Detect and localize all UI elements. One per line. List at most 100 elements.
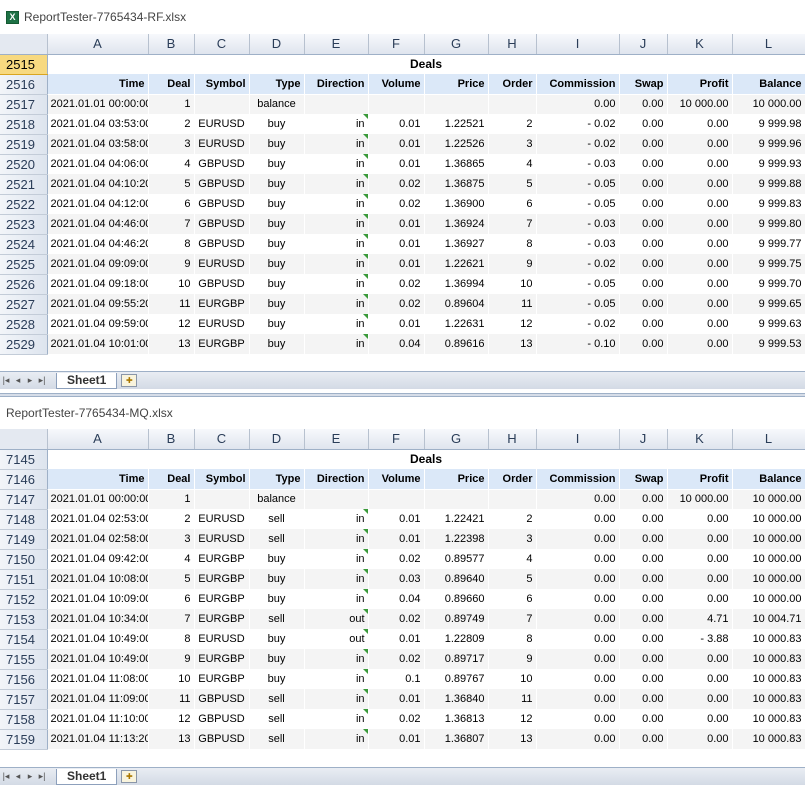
table-cell[interactable]: 2021.01.04 09:09:00	[47, 254, 149, 274]
table-cell[interactable]: 0.00	[619, 729, 668, 749]
table-cell[interactable]: 2021.01.04 04:10:20	[47, 174, 149, 194]
table-cell[interactable]: 0.01	[368, 114, 425, 134]
table-cell[interactable]: 10 000.83	[732, 629, 805, 649]
column-header[interactable]: L	[732, 429, 805, 450]
table-cell[interactable]: 0.00	[619, 649, 668, 669]
table-cell[interactable]: 0.00	[619, 94, 668, 114]
table-cell[interactable]: 0.00	[667, 509, 733, 529]
table-cell[interactable]: sell	[249, 609, 305, 629]
table-cell[interactable]: 13	[148, 729, 195, 749]
table-cell[interactable]: in	[304, 549, 369, 569]
table-cell[interactable]: 12	[488, 314, 537, 334]
table-cell[interactable]: buy	[249, 649, 305, 669]
table-cell[interactable]: 0.00	[667, 294, 733, 314]
table-cell[interactable]: 0.02	[368, 174, 425, 194]
table-cell[interactable]: 0.00	[619, 334, 668, 354]
table-cell[interactable]: 9 999.96	[732, 134, 805, 154]
table-cell[interactable]: 9	[148, 254, 195, 274]
table-cell[interactable]: 0.00	[536, 669, 620, 689]
table-cell[interactable]: 0.00	[667, 649, 733, 669]
table-cell[interactable]: 10 000.00	[732, 569, 805, 589]
table-cell[interactable]	[368, 489, 425, 509]
table-cell[interactable]: 0.00	[619, 629, 668, 649]
table-cell[interactable]: 0.00	[667, 689, 733, 709]
column-header[interactable]: F	[368, 429, 425, 450]
table-cell[interactable]: 1	[148, 489, 195, 509]
table-cell[interactable]: 0.00	[667, 709, 733, 729]
insert-sheet-icon[interactable]: ✚	[121, 770, 138, 783]
table-cell[interactable]: 0.00	[619, 689, 668, 709]
row-header[interactable]: 7156	[0, 669, 48, 690]
row-header[interactable]: 2523	[0, 214, 48, 235]
table-cell[interactable]: buy	[249, 274, 305, 294]
table-cell[interactable]: 0.02	[368, 549, 425, 569]
table-cell[interactable]: 0.00	[619, 254, 668, 274]
row-header[interactable]: 2527	[0, 294, 48, 315]
table-cell[interactable]: 0.00	[619, 294, 668, 314]
table-cell[interactable]: 0.00	[619, 549, 668, 569]
table-cell[interactable]: 0.89616	[424, 334, 489, 354]
row-header[interactable]: 2515	[0, 54, 48, 75]
table-cell[interactable]: EURGBP	[194, 569, 250, 589]
table-cell[interactable]: 10	[488, 669, 537, 689]
table-cell[interactable]: 0.00	[667, 274, 733, 294]
table-cell[interactable]: 0.04	[368, 334, 425, 354]
table-cell[interactable]: 2021.01.04 02:53:00	[47, 509, 149, 529]
table-cell[interactable]: 0.89604	[424, 294, 489, 314]
column-header[interactable]: C	[194, 34, 250, 55]
table-cell[interactable]: sell	[249, 529, 305, 549]
table-cell[interactable]: 0.00	[536, 94, 620, 114]
insert-sheet-icon[interactable]: ✚	[121, 374, 138, 387]
table-cell[interactable]: 2021.01.04 10:49:00	[47, 629, 149, 649]
table-cell[interactable]: 0.00	[619, 609, 668, 629]
table-cell[interactable]: 4	[148, 549, 195, 569]
table-cell[interactable]: balance	[249, 489, 305, 509]
column-header[interactable]: K	[667, 429, 733, 450]
table-cell[interactable]	[368, 94, 425, 114]
table-cell[interactable]: GBPUSD	[194, 174, 250, 194]
header-cell[interactable]: Swap	[619, 469, 668, 490]
table-cell[interactable]: 0.89577	[424, 549, 489, 569]
table-cell[interactable]: 9 999.98	[732, 114, 805, 134]
column-header[interactable]: J	[619, 34, 668, 55]
table-cell[interactable]: 0.89660	[424, 589, 489, 609]
table-cell[interactable]: 1.36994	[424, 274, 489, 294]
table-cell[interactable]	[424, 489, 489, 509]
table-cell[interactable]: 2	[488, 114, 537, 134]
header-cell[interactable]: Type	[249, 469, 305, 490]
table-cell[interactable]: 0.00	[536, 709, 620, 729]
table-cell[interactable]: 3	[148, 134, 195, 154]
table-cell[interactable]: 10 000.00	[732, 589, 805, 609]
table-cell[interactable]: EURGBP	[194, 294, 250, 314]
table-cell[interactable]: in	[304, 729, 369, 749]
table-cell[interactable]: EURGBP	[194, 549, 250, 569]
table-cell[interactable]: 2021.01.01 00:00:00	[47, 489, 149, 509]
table-cell[interactable]: 0.00	[667, 314, 733, 334]
table-cell[interactable]: 9 999.83	[732, 194, 805, 214]
row-header[interactable]: 2526	[0, 274, 48, 295]
table-cell[interactable]: 1.22631	[424, 314, 489, 334]
table-cell[interactable]: 0.00	[619, 529, 668, 549]
table-cell[interactable]: buy	[249, 174, 305, 194]
column-header[interactable]: K	[667, 34, 733, 55]
table-cell[interactable]: 0.01	[368, 134, 425, 154]
table-cell[interactable]: 2021.01.04 10:01:00	[47, 334, 149, 354]
table-cell[interactable]: 2021.01.04 10:09:00	[47, 589, 149, 609]
table-cell[interactable]: 7	[148, 214, 195, 234]
header-cell[interactable]: Commission	[536, 74, 620, 95]
table-cell[interactable]: 13	[148, 334, 195, 354]
table-cell[interactable]: 10 000.83	[732, 689, 805, 709]
header-cell[interactable]: Price	[424, 469, 489, 490]
table-cell[interactable]: 2021.01.04 09:55:20	[47, 294, 149, 314]
table-cell[interactable]: 9 999.93	[732, 154, 805, 174]
table-cell[interactable]: 1.36875	[424, 174, 489, 194]
table-cell[interactable]: 0.00	[619, 314, 668, 334]
table-cell[interactable]: 7	[488, 214, 537, 234]
header-cell[interactable]: Symbol	[194, 74, 250, 95]
table-cell[interactable]: - 0.05	[536, 274, 620, 294]
table-cell[interactable]: in	[304, 174, 369, 194]
table-cell[interactable]: 9 999.70	[732, 274, 805, 294]
table-cell[interactable]: 3	[488, 529, 537, 549]
table-cell[interactable]: 9 999.63	[732, 314, 805, 334]
column-header[interactable]: H	[488, 429, 537, 450]
